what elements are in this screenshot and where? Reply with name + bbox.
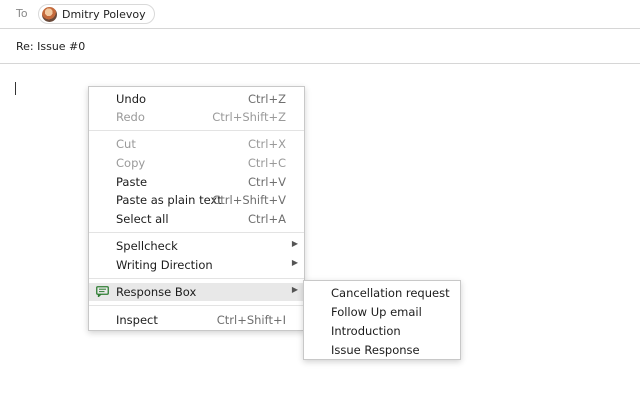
menu-item-select-all[interactable]: Select all Ctrl+A: [89, 210, 304, 228]
to-label: To: [16, 7, 28, 20]
subject-text: Re: Issue #0: [16, 40, 86, 53]
menu-item-copy[interactable]: Copy Ctrl+C: [89, 154, 304, 172]
subject-field[interactable]: Re: Issue #0: [0, 29, 640, 64]
menu-separator: [89, 232, 304, 233]
text-caret: [15, 82, 16, 95]
menu-item-redo[interactable]: Redo Ctrl+Shift+Z: [89, 108, 304, 126]
menu-item-spellcheck[interactable]: Spellcheck ▶: [89, 237, 304, 255]
menu-item-cut[interactable]: Cut Ctrl+X: [89, 135, 304, 153]
menu-item-label: Cut: [116, 137, 136, 151]
menu-item-label: Inspect: [116, 313, 158, 327]
menu-item-response-box[interactable]: Response Box ▶: [89, 283, 304, 301]
recipient-name: Dmitry Polevoy: [62, 7, 146, 21]
chat-bubble-icon: [96, 286, 109, 297]
menu-item-shortcut: Ctrl+Shift+I: [216, 313, 286, 327]
submenu-item-label: Issue Response: [331, 343, 420, 357]
submenu-arrow-icon: ▶: [291, 258, 298, 267]
to-row: To Dmitry Polevoy: [0, 0, 640, 29]
menu-item-label: Undo: [116, 92, 147, 106]
menu-separator: [89, 130, 304, 131]
menu-separator: [89, 305, 304, 306]
menu-item-label: Response Box: [116, 285, 197, 299]
menu-item-shortcut: Ctrl+Shift+V: [212, 193, 286, 207]
compose-window: To Dmitry Polevoy Re: Issue #0 Undo Ctrl…: [0, 0, 640, 400]
submenu-item-issue-response[interactable]: Issue Response: [304, 340, 460, 359]
submenu-item-follow-up-email[interactable]: Follow Up email: [304, 302, 460, 321]
menu-item-label: Paste as plain text: [116, 193, 222, 207]
response-box-submenu: Cancellation request Follow Up email Int…: [303, 280, 461, 360]
menu-item-shortcut: Ctrl+X: [248, 137, 286, 151]
menu-item-label: Copy: [116, 156, 146, 170]
menu-item-writing-direction[interactable]: Writing Direction ▶: [89, 256, 304, 274]
submenu-item-cancellation-request[interactable]: Cancellation request: [304, 283, 460, 302]
menu-item-inspect[interactable]: Inspect Ctrl+Shift+I: [89, 311, 304, 329]
menu-item-shortcut: Ctrl+Shift+Z: [212, 110, 286, 124]
menu-item-shortcut: Ctrl+V: [248, 175, 286, 189]
submenu-arrow-icon: ▶: [291, 285, 298, 294]
submenu-item-introduction[interactable]: Introduction: [304, 321, 460, 340]
menu-item-shortcut: Ctrl+Z: [248, 92, 286, 106]
recipient-chip[interactable]: Dmitry Polevoy: [38, 4, 155, 24]
menu-item-label: Spellcheck: [116, 239, 178, 253]
menu-item-paste[interactable]: Paste Ctrl+V: [89, 173, 304, 191]
menu-item-label: Select all: [116, 212, 169, 226]
submenu-item-label: Cancellation request: [331, 286, 450, 300]
menu-item-label: Writing Direction: [116, 258, 213, 272]
menu-item-undo[interactable]: Undo Ctrl+Z: [89, 90, 304, 108]
submenu-item-label: Follow Up email: [331, 305, 422, 319]
avatar: [42, 6, 57, 22]
menu-item-label: Paste: [116, 175, 148, 189]
menu-item-paste-plain-text[interactable]: Paste as plain text Ctrl+Shift+V: [89, 191, 304, 209]
menu-item-shortcut: Ctrl+C: [247, 156, 286, 170]
menu-item-label: Redo: [116, 110, 145, 124]
submenu-arrow-icon: ▶: [291, 239, 298, 248]
menu-item-shortcut: Ctrl+A: [248, 212, 286, 226]
submenu-item-label: Introduction: [331, 324, 401, 338]
menu-separator: [89, 278, 304, 279]
context-menu: Undo Ctrl+Z Redo Ctrl+Shift+Z Cut Ctrl+X…: [88, 86, 305, 331]
